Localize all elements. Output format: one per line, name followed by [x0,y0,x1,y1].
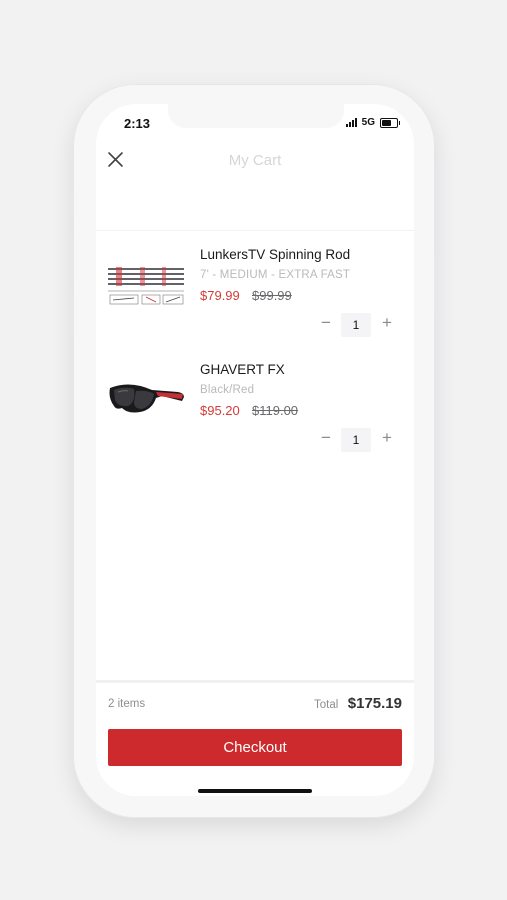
phone-volume-up [70,236,74,282]
item-name[interactable]: GHAVERT FX [200,362,285,377]
quantity-decrease-button[interactable]: − [318,428,334,448]
quantity-decrease-button[interactable]: − [318,313,334,333]
quantity-value[interactable]: 1 [341,313,371,337]
checkout-button[interactable]: Checkout [108,729,402,766]
item-original-price: $99.99 [252,288,292,303]
item-original-price: $119.00 [252,403,299,418]
phone-side-button [70,190,74,218]
phone-power-button [434,250,438,320]
notch [168,104,344,128]
quantity-increase-button[interactable]: + [379,428,395,448]
item-price: $79.99 [200,288,240,303]
quantity-value[interactable]: 1 [341,428,371,452]
sunglasses-image [109,384,184,413]
page-title: My Cart [228,152,282,169]
phone-volume-down [70,292,74,338]
item-count: 2 items [108,698,146,710]
item-price: $95.20 [200,403,240,418]
quantity-increase-button[interactable]: + [379,313,395,333]
status-indicators: 5G [345,117,400,128]
item-variant: 7' - MEDIUM - EXTRA FAST [200,269,351,281]
fishing-rod-image [106,264,186,314]
home-indicator [198,789,312,793]
cart-item: GHAVERT FX Black/Red $95.20 $119.00 − 1 … [96,346,414,462]
item-variant: Black/Red [200,384,255,396]
total-label: Total [314,699,339,711]
app-screen: 2:13 5G My Cart LunkersTV Spinning Rod 7… [96,104,414,796]
cart-item: LunkersTV Spinning Rod 7' - MEDIUM - EXT… [96,230,414,348]
status-time: 2:13 [124,116,151,131]
item-name[interactable]: LunkersTV Spinning Rod [200,247,350,262]
battery-icon [380,117,400,128]
signal-icon [345,118,357,127]
network-label: 5G [361,117,375,128]
cart-summary: 2 items Total $175.19 Checkout [96,680,414,796]
total-value: $175.19 [347,695,402,712]
